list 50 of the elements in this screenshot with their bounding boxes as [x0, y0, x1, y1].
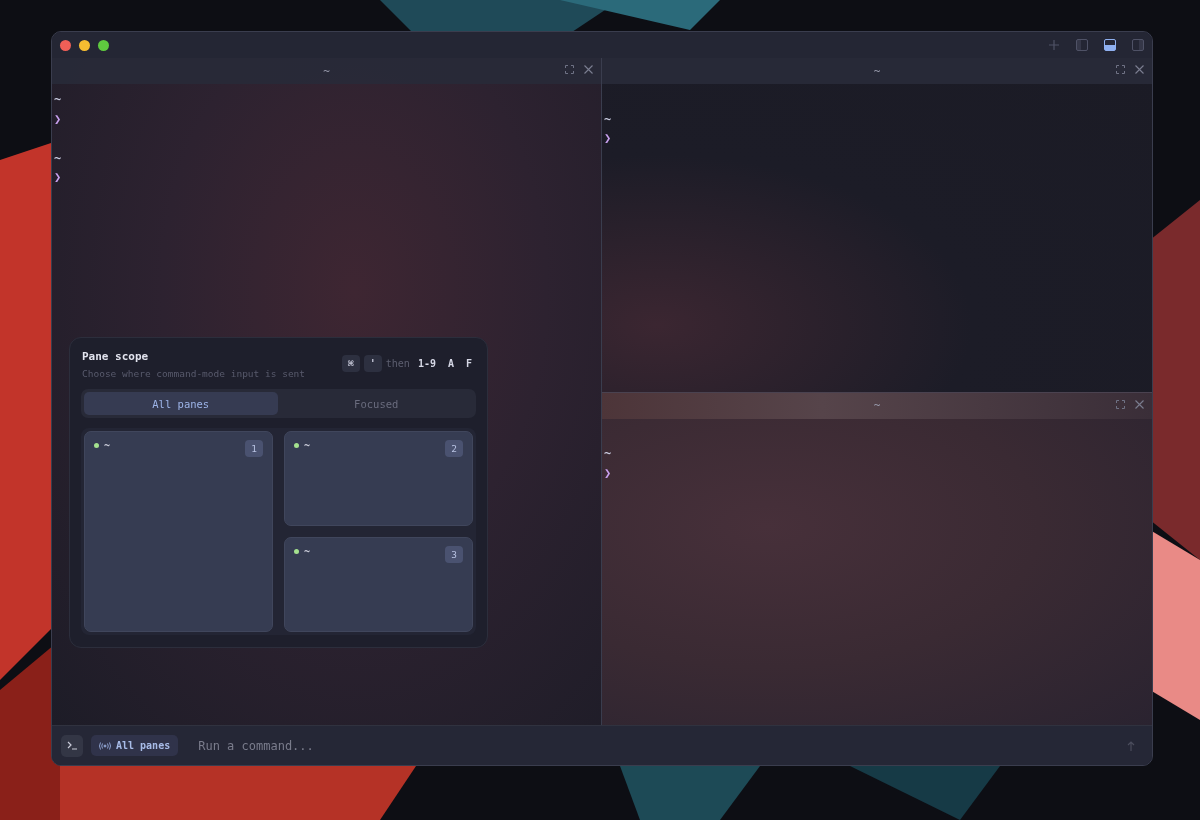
pane-number: 3 [445, 546, 463, 563]
working-directory: ~ [604, 445, 612, 462]
close-icon[interactable] [584, 65, 593, 74]
prompt-symbol: ❯ [604, 130, 612, 147]
pane-label: ~ [104, 440, 111, 451]
terminal-icon [66, 741, 78, 750]
shortcut-key: 1-9 [413, 358, 440, 369]
pane-number: 2 [445, 440, 463, 457]
pane-tile[interactable]: ~ 1 [84, 431, 273, 632]
pane-title: ~ [323, 64, 330, 78]
pane-tile[interactable]: ~ 3 [284, 537, 473, 632]
pane-label: ~ [304, 440, 311, 451]
pane-tile[interactable]: ~ 2 [284, 431, 473, 526]
shortcut-key: ⌘ [341, 355, 360, 372]
expand-icon[interactable] [565, 65, 574, 74]
minimize-button[interactable] [79, 39, 90, 51]
shortcut-key: F [461, 358, 476, 369]
shortcut-key: ' [363, 355, 382, 372]
pane-title: ~ [873, 64, 881, 78]
pane-number: 1 [245, 440, 263, 457]
shortcut-then: then [385, 358, 410, 369]
sidebar-left-icon[interactable] [1076, 39, 1088, 51]
send-icon[interactable] [1127, 740, 1135, 751]
scope-option[interactable]: All panes [84, 392, 278, 415]
shortcut-key: A [443, 358, 458, 369]
terminal-button[interactable] [61, 734, 83, 757]
expand-icon[interactable] [1116, 399, 1125, 409]
close-icon[interactable] [1135, 65, 1144, 74]
prompt-symbol: ❯ [604, 464, 612, 482]
status-dot [94, 443, 99, 448]
sidebar-right-icon[interactable] [1132, 39, 1144, 51]
close-button[interactable] [60, 39, 71, 51]
working-directory: ~ [604, 110, 612, 128]
command-bar[interactable]: All panes Run a command... [52, 725, 1152, 765]
broadcast-icon [99, 741, 111, 750]
prompt-symbol: ❯ [54, 169, 62, 186]
scope-chip[interactable]: All panes [91, 735, 179, 756]
popup-title: Pane scope [82, 350, 150, 363]
plus-icon[interactable] [1048, 39, 1060, 51]
panel-bottom-icon[interactable] [1104, 39, 1116, 51]
working-directory: ~ [54, 91, 62, 108]
close-icon[interactable] [1135, 399, 1144, 409]
pane-label: ~ [304, 546, 311, 557]
pane-title: ~ [873, 399, 881, 412]
status-dot [294, 549, 299, 554]
working-directory: ~ [54, 149, 62, 167]
prompt-symbol: ❯ [54, 110, 62, 128]
zoom-button[interactable] [98, 39, 109, 51]
expand-icon[interactable] [1116, 65, 1125, 74]
status-dot [294, 443, 299, 448]
